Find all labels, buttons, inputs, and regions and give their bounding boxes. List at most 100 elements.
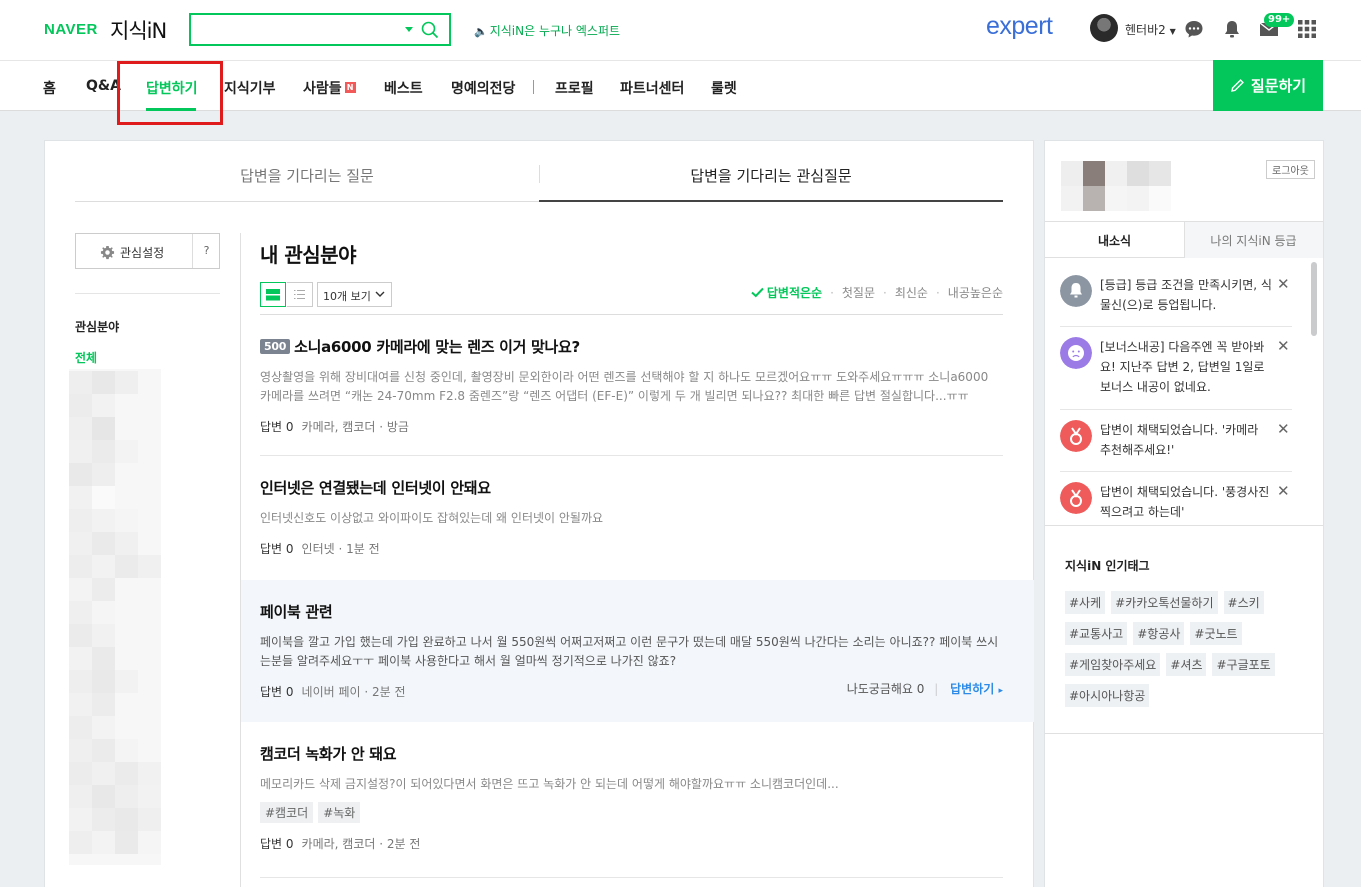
chevron-down-icon: ▼: [1169, 27, 1176, 36]
tab-my-news[interactable]: 내소식: [1045, 232, 1184, 249]
popular-tags: #사케 #카카오톡선물하기 #스키 #교통사고 #항공사 #굿노트 #게임찾아주…: [1065, 591, 1315, 707]
chat-icon[interactable]: [1183, 18, 1205, 40]
interest-settings-button[interactable]: 관심설정 ?: [75, 233, 220, 269]
list-view-toggle[interactable]: [287, 282, 313, 307]
question-title[interactable]: 캠코더 녹화가 안 돼요: [260, 743, 1003, 764]
question-title[interactable]: 인터넷은 연결됐는데 인터넷이 안돼요: [260, 477, 1003, 498]
question-meta: 답변 0 카메라, 캠코더 · 방금: [260, 418, 1003, 435]
chevron-down-icon: [375, 291, 385, 297]
search-options-chevron-icon[interactable]: [405, 27, 413, 32]
close-icon[interactable]: ✕: [1277, 337, 1290, 355]
sort-latest[interactable]: 최신순: [895, 284, 928, 301]
close-icon[interactable]: ✕: [1277, 420, 1290, 438]
sad-face-icon: [1060, 337, 1092, 369]
nav-donate[interactable]: 지식기부: [224, 78, 276, 98]
question-item[interactable]: 인터넷은 연결됐는데 인터넷이 안돼요 인터넷신호도 이상없고 와이파이도 잡혀…: [241, 456, 1034, 580]
nav-qna[interactable]: Q&A: [86, 78, 121, 94]
question-item[interactable]: 500 소니a6000 카메라에 맞는 렌즈 이거 맞나요? 영상촬영을 위해 장…: [241, 315, 1034, 456]
me-too-curious-button[interactable]: 나도궁금해요 0: [847, 682, 925, 696]
notification-scrollbar[interactable]: [1311, 262, 1317, 336]
nav-best[interactable]: 베스트: [384, 78, 423, 98]
popular-tag[interactable]: #굿노트: [1190, 622, 1242, 645]
sidebar-divider: [75, 293, 220, 294]
mail-count-badge: 99+: [1264, 13, 1295, 27]
tab-waiting-questions[interactable]: 답변을 기다리는 질문: [75, 165, 539, 186]
question-category-time: 카메라, 캠코더 · 방금: [301, 420, 409, 434]
grade-bell-icon: [1060, 275, 1092, 307]
search-box[interactable]: [189, 13, 451, 46]
card-view-toggle[interactable]: [260, 282, 286, 307]
popular-tag[interactable]: #아시아나항공: [1065, 684, 1150, 707]
sort-options: 답변적은순 · 첫질문 · 최신순 · 내공높은순: [751, 284, 1003, 301]
search-input[interactable]: [197, 20, 387, 40]
points-badge: 500: [260, 339, 291, 354]
bell-icon[interactable]: [1221, 18, 1243, 40]
nav-hall-of-fame[interactable]: 명예의전당: [451, 78, 515, 98]
answer-count: 답변 0: [260, 542, 294, 556]
avatar[interactable]: [1090, 14, 1118, 42]
pencil-icon: [1230, 79, 1244, 92]
ask-question-button[interactable]: 질문하기: [1213, 60, 1323, 111]
question-item[interactable]: 페이북 관련 페이북을 깔고 가입 했는데 가입 완료하고 나서 월 550원씩…: [241, 580, 1034, 722]
nav-divider: [533, 80, 534, 94]
help-button[interactable]: ?: [192, 234, 220, 268]
adopted-medal-icon: [1060, 482, 1092, 514]
sort-first-question[interactable]: 첫질문: [842, 284, 875, 301]
list-view-icon: [294, 290, 305, 299]
chevron-right-icon: ▸: [998, 686, 1003, 696]
popular-tag[interactable]: #교통사고: [1065, 622, 1128, 645]
nav-profile[interactable]: 프로필: [555, 78, 594, 98]
popular-tag[interactable]: #항공사: [1133, 622, 1185, 645]
question-title[interactable]: 500 소니a6000 카메라에 맞는 렌즈 이거 맞나요?: [260, 336, 1003, 357]
apps-grid-icon[interactable]: [1296, 18, 1318, 40]
question-tag[interactable]: #녹화: [318, 802, 361, 823]
search-icon[interactable]: [421, 21, 439, 39]
card-view-icon: [266, 289, 280, 301]
right-panel-tabs: 내소식 나의 지식iN 등급: [1045, 221, 1323, 258]
page-size-select[interactable]: 10개 보기: [317, 282, 392, 307]
expert-logo[interactable]: expert: [986, 12, 1053, 41]
popular-tag[interactable]: #카카오톡선물하기: [1111, 591, 1218, 614]
popular-tag[interactable]: #사케: [1065, 591, 1106, 614]
nav-home[interactable]: 홈: [43, 78, 56, 98]
close-icon[interactable]: ✕: [1277, 482, 1290, 500]
sort-highest-points[interactable]: 내공높은순: [948, 284, 1003, 301]
question-category-time: 네이버 페이 · 2분 전: [301, 685, 406, 699]
question-title[interactable]: 페이북 관련: [260, 601, 1003, 622]
nav-roulette[interactable]: 룰렛: [711, 78, 737, 98]
logout-button[interactable]: 로그아웃: [1266, 160, 1315, 179]
notification-text: [보너스내공] 다음주엔 꼭 받아봐요! 지난주 답변 2, 답변일 1일로 보…: [1100, 340, 1265, 394]
selected-tab-underline: [539, 200, 1003, 202]
question-divider: [260, 877, 1003, 878]
expert-promo-text: 지식iN은 누구나 엑스퍼트: [489, 24, 621, 38]
notification-list: [등급] 등급 조건을 만족시키면, 식물신(으)로 등업됩니다. ✕ [보너스…: [1045, 258, 1323, 526]
popular-tag[interactable]: #게임찾아주세요: [1065, 653, 1161, 676]
nav-partner-center[interactable]: 파트너센터: [620, 78, 684, 98]
notification-text: 답변이 채택되었습니다. '풍경사진 찍으려고 하는데': [1100, 485, 1270, 519]
jisikin-logo[interactable]: 지식iN: [110, 15, 167, 45]
nav-people[interactable]: 사람들 N: [303, 78, 356, 98]
close-icon[interactable]: ✕: [1277, 275, 1290, 293]
notification-divider: [1060, 471, 1292, 472]
user-menu[interactable]: 헨터바2 ▼: [1125, 21, 1176, 38]
sort-separator: ·: [935, 285, 940, 300]
notification-text: [등급] 등급 조건을 만족시키면, 식물신(으)로 등업됩니다.: [1100, 278, 1272, 312]
expert-promo-link[interactable]: 🔈 지식iN은 누구나 엑스퍼트: [474, 22, 620, 39]
popular-tag[interactable]: #구글포토: [1212, 653, 1275, 676]
sort-fewest-answers[interactable]: 답변적은순: [767, 284, 822, 301]
tab-waiting-interest-questions[interactable]: 답변을 기다리는 관심질문: [539, 165, 1003, 186]
question-body: 인터넷신호도 이상없고 와이파이도 잡혀있는데 왜 인터넷이 안될까요: [260, 511, 604, 525]
naver-logo[interactable]: NAVER: [44, 21, 98, 38]
nav-people-label: 사람들: [303, 81, 342, 97]
question-tag[interactable]: #캠코더: [260, 802, 314, 823]
answer-button[interactable]: 답변하기 ▸: [950, 682, 1003, 696]
favorites-all[interactable]: 전체: [75, 349, 97, 366]
notification-text: 답변이 채택되었습니다. '카메라 추천해주세요!': [1100, 423, 1259, 457]
tab-my-grade[interactable]: 나의 지식iN 등급: [1184, 232, 1323, 249]
right-panel-divider: [1045, 733, 1323, 734]
popular-tag[interactable]: #셔츠: [1166, 653, 1207, 676]
popular-tag[interactable]: #스키: [1223, 591, 1264, 614]
answer-count: 답변 0: [260, 685, 294, 699]
question-item[interactable]: 캠코더 녹화가 안 돼요 메모리카드 삭제 금지설정?이 되어있다면서 화면은 …: [241, 722, 1034, 878]
question-title-text: 소니a6000 카메라에 맞는 렌즈 이거 맞나요?: [294, 338, 580, 356]
